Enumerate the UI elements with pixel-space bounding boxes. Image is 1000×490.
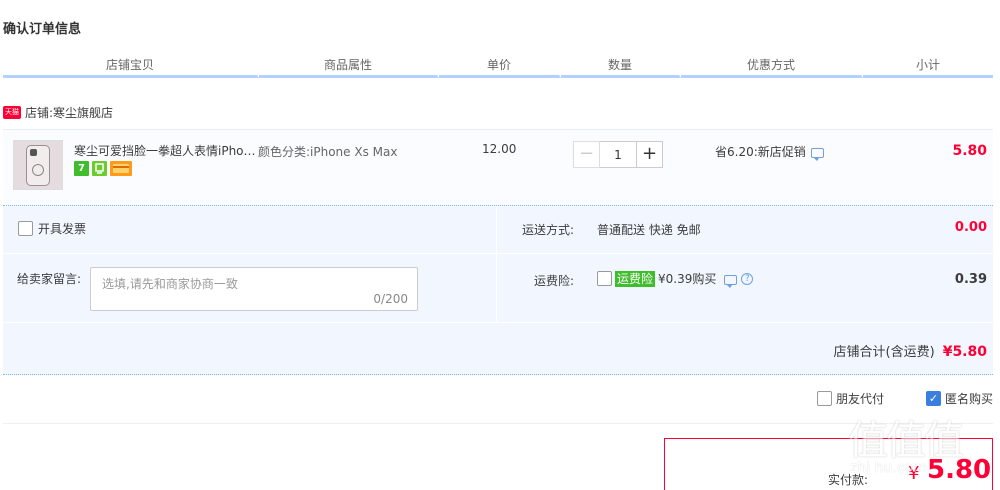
seller-message-placeholder: 选填,请先和商家协商一致 <box>102 277 238 291</box>
shop-total-row: 店铺合计(含运费) ¥5.80 <box>3 322 993 375</box>
promotion-info: 省6.20:新店促销 <box>715 143 824 161</box>
anonymous-buy-checkbox[interactable]: ✓ <box>925 391 941 406</box>
guarantee-icon[interactable] <box>92 161 107 176</box>
shop-name-link[interactable]: 寒尘旗舰店 <box>53 104 113 121</box>
item-thumbnail[interactable] <box>13 140 63 190</box>
table-header: 店铺宝贝 商品属性 单价 数量 优惠方式 小计 <box>3 56 993 78</box>
watermark-logo: 值值值 <box>848 418 964 464</box>
order-extras-panel: 开具发票 给卖家留言: 选填,请先和商家协商一致 0/200 运送方式: 普通配… <box>3 206 993 322</box>
quantity-stepper: − + <box>573 141 663 168</box>
anonymous-buy-label[interactable]: 匿名购买 <box>945 390 993 407</box>
invoice-option[interactable]: 开具发票 <box>18 220 86 237</box>
seller-message-count: 0/200 <box>373 292 408 306</box>
seven-day-return-icon[interactable]: 7 <box>74 161 89 176</box>
item-attribute: 颜色分类:iPhone Xs Max <box>258 145 398 159</box>
insurance-label: 运费险: <box>534 274 575 288</box>
shop-total: 店铺合计(含运费) ¥5.80 <box>834 341 987 360</box>
shop-label: 店铺: <box>25 105 54 120</box>
friend-pay-checkbox[interactable] <box>816 391 832 406</box>
page-title: 确认订单信息 <box>3 22 82 37</box>
quantity-decrease-button[interactable]: − <box>573 141 600 168</box>
header-discount: 优惠方式 <box>681 56 863 78</box>
insurance-checkbox[interactable] <box>597 271 612 286</box>
friend-pay-label[interactable]: 朋友代付 <box>836 390 884 407</box>
header-quantity: 数量 <box>561 56 681 78</box>
header-subtotal: 小计 <box>863 56 993 78</box>
tmall-icon: 天猫 <box>3 105 21 119</box>
credit-card-icon[interactable] <box>110 161 132 176</box>
shop-total-label: 店铺合计(含运费) <box>833 345 935 360</box>
insurance-tag: 运费险 <box>615 270 656 287</box>
item-subtotal: 5.80 <box>952 143 987 159</box>
insurance-chat-icon[interactable] <box>724 275 738 288</box>
item-unit-price: 12.00 <box>482 142 517 156</box>
seller-message-label: 给卖家留言: <box>17 272 82 286</box>
item-title-link[interactable]: 寒尘可爱挡脸一拳超人表情iPhone <box>74 142 256 159</box>
invoice-checkbox[interactable] <box>18 221 33 236</box>
shop-header: 天猫 店铺: 寒尘旗舰店 <box>3 104 113 120</box>
help-icon[interactable]: ? <box>741 272 754 285</box>
shop-total-amount: ¥5.80 <box>942 344 987 360</box>
invoice-label: 开具发票 <box>38 222 87 236</box>
header-unit-price: 单价 <box>439 56 561 78</box>
promotion-text: 省6.20:新店促销 <box>715 145 806 159</box>
insurance-price: ¥0.39购买 <box>658 272 717 286</box>
quantity-increase-button[interactable]: + <box>636 141 663 168</box>
payment-options: 朋友代付 ✓ 匿名购买 <box>816 390 993 407</box>
header-attribute: 商品属性 <box>259 56 439 78</box>
item-badges: 7 <box>74 161 132 176</box>
shipping-fee: 0.00 <box>954 220 987 235</box>
order-item-row: 寒尘可爱挡脸一拳超人表情iPhone 7 颜色分类:iPhone Xs Max … <box>3 129 993 206</box>
quantity-input[interactable] <box>600 141 636 168</box>
chat-icon[interactable] <box>810 148 824 161</box>
insurance-option: 运费险 ¥0.39购买 ? <box>597 270 754 288</box>
shipping-method: 普通配送 快递 免邮 <box>597 223 701 237</box>
insurance-fee: 0.39 <box>954 272 987 287</box>
seller-message-textarea[interactable]: 选填,请先和商家协商一致 0/200 <box>90 267 418 311</box>
header-shop-item: 店铺宝贝 <box>3 56 259 78</box>
shipping-label: 运送方式: <box>522 223 575 237</box>
watermark: 值值值 zhi hu.com <box>848 408 964 476</box>
phone-case-image-icon <box>26 145 50 186</box>
